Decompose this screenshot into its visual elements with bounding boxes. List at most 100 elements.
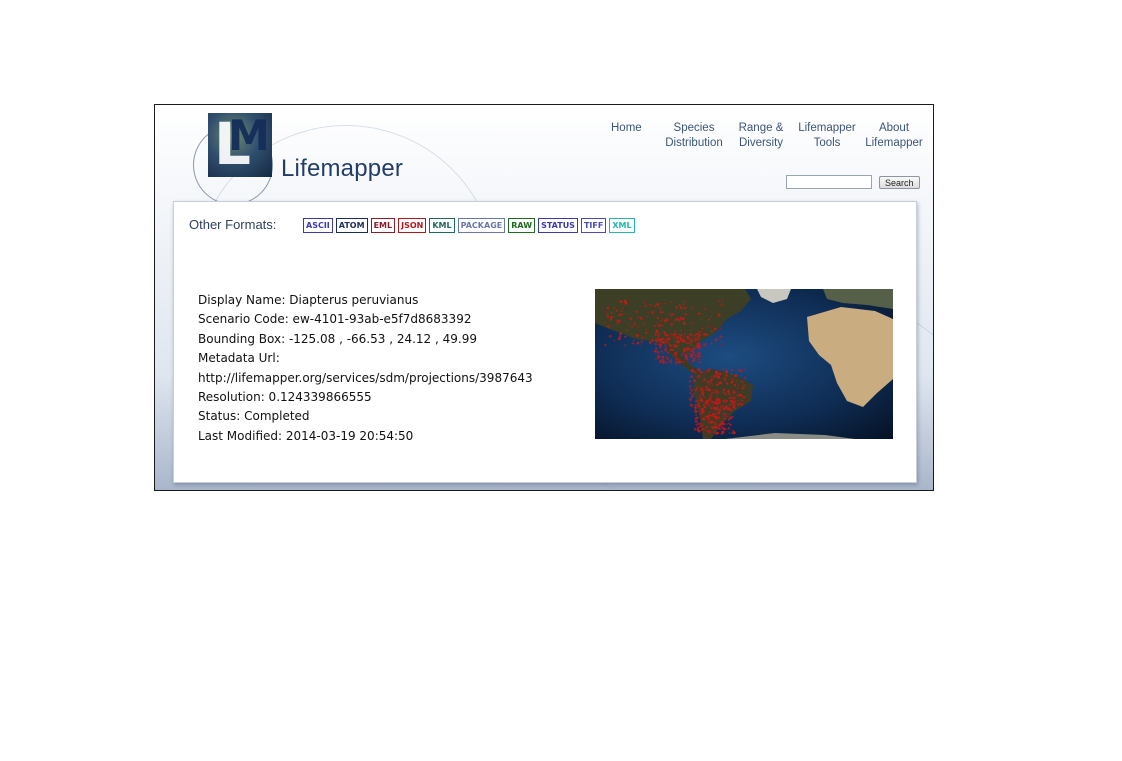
occurrence-point xyxy=(732,378,734,381)
occurrence-point xyxy=(718,423,722,427)
occurrence-point xyxy=(714,416,718,420)
occurrence-point xyxy=(665,338,669,341)
format-link-status[interactable]: STATUS xyxy=(538,218,578,233)
occurrence-point xyxy=(670,361,673,364)
occurrence-point xyxy=(676,344,678,347)
metadata-url[interactable]: http://lifemapper.org/services/sdm/proje… xyxy=(198,369,533,388)
occurrence-point xyxy=(626,314,628,316)
occurrence-point xyxy=(727,389,730,393)
occurrence-point xyxy=(694,409,696,411)
occurrence-point xyxy=(739,369,743,373)
format-link-eml[interactable]: EML xyxy=(370,218,396,233)
occurrence-point xyxy=(635,310,638,313)
occurrence-point xyxy=(693,379,696,383)
nav-lifemapper-tools[interactable]: Lifemapper Tools xyxy=(795,121,859,151)
occurrence-point xyxy=(722,388,726,392)
occurrence-point xyxy=(742,384,746,387)
occurrence-point xyxy=(711,325,713,328)
occurrence-point xyxy=(726,408,730,411)
status: Status: Completed xyxy=(198,409,310,424)
occurrence-point xyxy=(618,337,621,341)
occurrence-point xyxy=(672,333,675,336)
occurrence-point xyxy=(736,379,738,382)
occurrence-point xyxy=(604,343,607,347)
nav-about-lifemapper[interactable]: About Lifemapper xyxy=(862,121,926,151)
occurrence-point xyxy=(722,413,725,415)
occurrence-point xyxy=(715,408,718,410)
occurrence-point xyxy=(698,397,701,399)
occurrence-point xyxy=(689,349,693,352)
occurrence-point xyxy=(698,410,700,412)
occurrence-point xyxy=(688,341,691,345)
occurrence-point xyxy=(690,339,694,343)
occurrence-point xyxy=(721,422,723,425)
occurrence-point xyxy=(717,411,721,414)
occurrence-point xyxy=(732,406,734,409)
occurrence-point xyxy=(647,311,649,314)
format-link-raw[interactable]: RAW xyxy=(508,218,536,233)
occurrence-point xyxy=(690,329,692,331)
occurrence-point xyxy=(618,314,621,316)
occurrence-point xyxy=(699,331,702,333)
occurrence-point xyxy=(699,394,702,396)
occurrence-point xyxy=(665,345,667,348)
lifemapper-logo[interactable]: L M Lifemapper xyxy=(191,109,431,205)
occurrence-point xyxy=(686,335,688,338)
occurrence-point xyxy=(725,423,728,425)
occurrence-point xyxy=(663,325,665,327)
occurrence-point xyxy=(690,369,694,373)
occurrence-point xyxy=(702,410,706,413)
occurrence-point xyxy=(714,338,718,341)
occurrence-point xyxy=(678,334,681,336)
occurrence-point xyxy=(620,310,623,313)
occurrence-point xyxy=(658,343,660,346)
nav-species-distribution[interactable]: Species Distribution xyxy=(661,121,727,151)
occurrence-point xyxy=(707,418,710,422)
occurrence-point xyxy=(669,315,672,317)
occurrence-point xyxy=(657,336,660,339)
occurrence-point xyxy=(671,325,673,328)
search-button[interactable]: Search xyxy=(879,176,920,189)
occurrence-point xyxy=(697,331,700,333)
occurrence-point xyxy=(728,403,731,407)
occurrence-point xyxy=(732,431,736,435)
occurrence-point xyxy=(657,323,659,325)
format-link-kml[interactable]: KML xyxy=(429,218,455,233)
occurrence-point xyxy=(610,311,613,314)
format-link-tiff[interactable]: TIFF xyxy=(580,218,607,233)
format-link-json[interactable]: JSON xyxy=(398,218,427,233)
format-link-ascii[interactable]: ASCII xyxy=(303,218,333,233)
occurrence-point xyxy=(690,344,692,346)
occurrence-point xyxy=(675,306,678,309)
occurrence-point xyxy=(691,314,693,316)
nav-home[interactable]: Home xyxy=(611,121,642,136)
occurrence-point xyxy=(699,368,701,370)
occurrence-point xyxy=(639,317,643,320)
occurrence-point xyxy=(679,317,683,321)
occurrence-point xyxy=(719,373,721,375)
format-link-package[interactable]: PACKAGE xyxy=(457,218,506,233)
occurrence-point xyxy=(731,369,733,371)
occurrence-point xyxy=(739,393,743,397)
occurrence-point xyxy=(656,316,659,320)
format-link-atom[interactable]: ATOM xyxy=(335,218,368,233)
occurrence-point xyxy=(633,323,636,326)
occurrence-point xyxy=(705,401,709,404)
occurrence-point xyxy=(615,309,618,312)
occurrence-point xyxy=(697,422,700,426)
occurrence-point xyxy=(675,355,678,357)
search-input[interactable] xyxy=(786,175,872,189)
occurrence-point xyxy=(655,339,658,343)
occurrence-point xyxy=(721,426,724,429)
occurrence-point xyxy=(666,361,669,364)
occurrence-point xyxy=(729,415,732,418)
occurrence-point xyxy=(738,402,742,405)
occurrence-point xyxy=(662,311,665,314)
occurrence-point xyxy=(657,325,659,327)
occurrence-point xyxy=(693,351,696,353)
format-link-xml[interactable]: XML xyxy=(609,218,635,233)
nav-range-diversity[interactable]: Range & Diversity xyxy=(733,121,789,151)
occurrence-point xyxy=(606,306,610,310)
other-formats-label: Other Formats: xyxy=(189,217,277,232)
occurrence-point xyxy=(707,368,711,372)
